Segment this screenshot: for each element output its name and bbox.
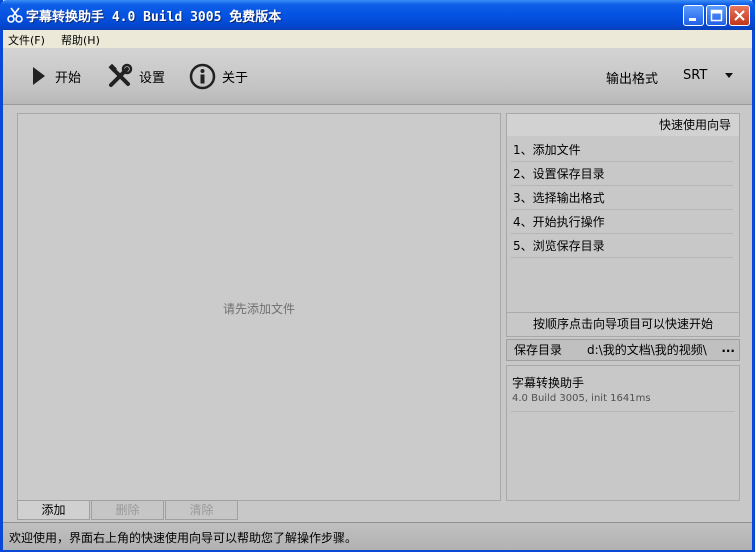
quick-guide-panel: 快速使用向导 1、添加文件 2、设置保存目录 3、选择输出格式 4、开始执行操作… <box>506 113 740 337</box>
quick-guide-title: 快速使用向导 <box>507 114 739 136</box>
minimize-icon <box>689 18 696 21</box>
about-label: 关于 <box>222 70 249 86</box>
guide-step-select-format[interactable]: 3、选择输出格式 <box>511 187 733 210</box>
info-icon <box>189 63 216 89</box>
divider <box>511 411 735 412</box>
menu-help[interactable]: 帮助(H) <box>61 32 100 48</box>
status-bar: 欢迎使用，界面右上角的快速使用向导可以帮助您了解操作步骤。 <box>3 522 752 550</box>
settings-button[interactable]: 设置 <box>107 62 165 90</box>
minimize-button[interactable] <box>683 5 704 26</box>
clear-button[interactable]: 清除 <box>165 500 238 520</box>
maximize-button[interactable] <box>706 5 727 26</box>
chevron-down-icon <box>725 73 733 78</box>
window-title: 字幕转换助手 4.0 Build 3005 免费版本 <box>26 10 282 25</box>
output-format-value: SRT <box>683 68 708 83</box>
guide-step-start[interactable]: 4、开始执行操作 <box>511 211 733 234</box>
save-directory-path[interactable]: d:\我的文档\我的视频\ <box>587 340 707 360</box>
add-button[interactable]: 添加 <box>17 500 90 520</box>
toolbar: 开始 设置 关于 输出格式 SRT <box>3 48 752 105</box>
tools-icon <box>108 63 133 87</box>
save-directory-bar: 保存目录 d:\我的文档\我的视频\ ... <box>506 339 740 361</box>
main-content: 请先添加文件 添加 删除 清除 快速使用向导 1、添加文件 2、设置保存目录 3… <box>3 105 752 522</box>
app-name: 字幕转换助手 <box>512 376 585 390</box>
app-window: 字幕转换助手 4.0 Build 3005 免费版本 文件(F) 帮助(H) 开… <box>0 0 755 552</box>
quick-guide-hint: 按顺序点击向导项目可以快速开始 <box>507 312 739 337</box>
file-list[interactable]: 请先添加文件 <box>17 113 501 501</box>
output-format-label: 输出格式 <box>606 72 659 87</box>
title-bar[interactable]: 字幕转换助手 4.0 Build 3005 免费版本 <box>0 0 755 30</box>
scissors-icon <box>7 7 23 23</box>
delete-button[interactable]: 删除 <box>91 500 164 520</box>
output-format-select[interactable]: SRT <box>683 68 735 83</box>
close-icon <box>734 10 745 21</box>
guide-step-set-save-dir[interactable]: 2、设置保存目录 <box>511 163 733 186</box>
empty-message: 请先添加文件 <box>222 302 295 316</box>
guide-step-browse-dir[interactable]: 5、浏览保存目录 <box>511 235 733 258</box>
menu-file[interactable]: 文件(F) <box>8 32 45 48</box>
about-button[interactable]: 关于 <box>189 62 248 90</box>
app-version: 4.0 Build 3005, init 1641ms <box>512 393 651 404</box>
status-text: 欢迎使用，界面右上角的快速使用向导可以帮助您了解操作步骤。 <box>9 531 358 545</box>
start-label: 开始 <box>55 70 82 86</box>
start-button[interactable]: 开始 <box>29 62 81 90</box>
play-icon <box>33 67 45 85</box>
browse-button[interactable]: ... <box>721 338 735 358</box>
maximize-icon <box>710 9 723 22</box>
settings-label: 设置 <box>139 70 166 86</box>
save-directory-label: 保存目录 <box>514 343 563 357</box>
menu-bar: 文件(F) 帮助(H) <box>3 30 752 48</box>
guide-step-add-file[interactable]: 1、添加文件 <box>511 139 733 162</box>
app-info-panel: 字幕转换助手 4.0 Build 3005, init 1641ms <box>506 365 740 501</box>
close-button[interactable] <box>729 5 750 26</box>
